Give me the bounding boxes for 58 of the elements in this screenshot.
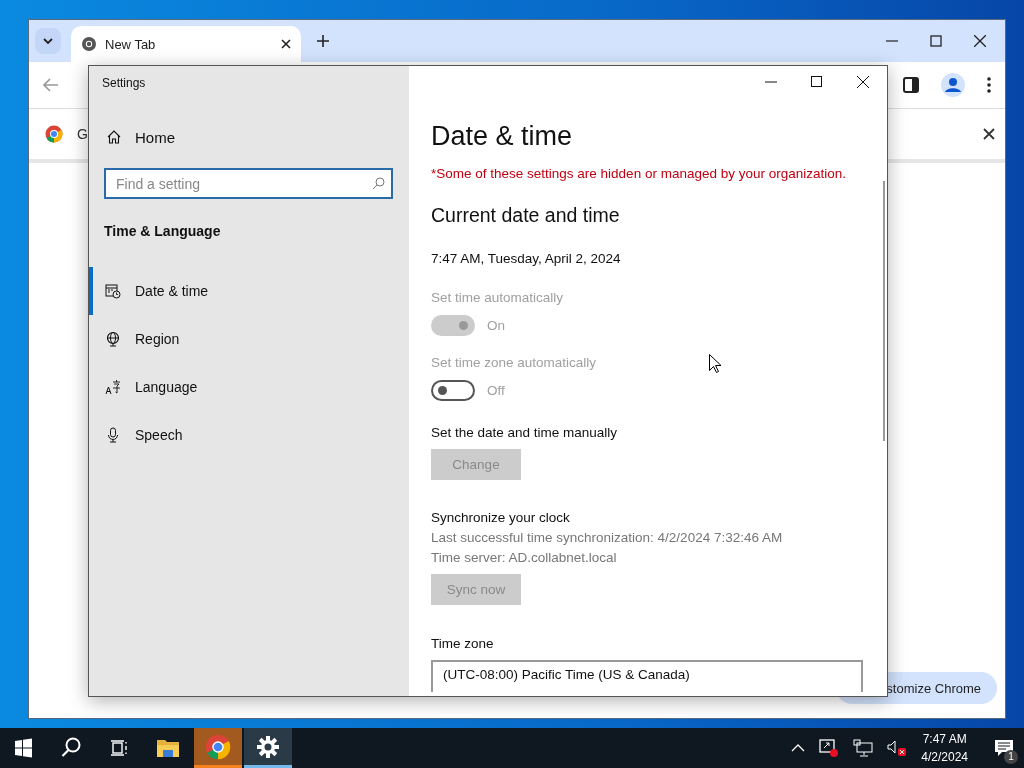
taskbar-clock[interactable]: 7:47 AM 4/2/2024 — [921, 730, 968, 766]
nav-item[interactable]: Region — [89, 315, 409, 363]
page-title: Date & time — [431, 121, 574, 152]
chevron-up-icon[interactable] — [791, 743, 806, 753]
network-warning-icon[interactable] — [819, 738, 840, 758]
microphone-icon — [105, 427, 121, 443]
gear-icon — [257, 735, 279, 758]
sync-info: Time server: AD.collabnet.local — [431, 550, 618, 565]
calendar-clock-icon — [105, 283, 121, 299]
mouse-cursor-icon — [709, 354, 721, 373]
nav-item[interactable]: Language — [89, 363, 409, 411]
toggle-state: On — [487, 318, 505, 333]
language-icon — [105, 379, 121, 395]
manual-label: Set the date and time manually — [431, 425, 619, 440]
taskbar-app[interactable] — [244, 728, 292, 768]
browser-tab[interactable]: New Tab — [71, 26, 301, 62]
back-arrow-icon[interactable] — [43, 78, 59, 92]
search-field[interactable]: Find a setting — [104, 168, 393, 199]
maximize-icon[interactable] — [930, 35, 942, 47]
notification-count: 1 — [1004, 750, 1018, 764]
chrome-logo-icon — [205, 733, 231, 760]
sync-info: Last successful time synchronization: 4/2/2024 7:32:46 AM — [431, 530, 784, 545]
close-icon[interactable] — [974, 35, 986, 47]
toggle-label: Set time zone automatically — [431, 355, 597, 370]
profile-avatar-icon[interactable] — [941, 73, 965, 97]
notification-icon[interactable] — [994, 738, 1014, 758]
clock-time: 7:47 AM — [922, 731, 967, 748]
clock-date: 4/2/2024 — [921, 749, 968, 766]
close-icon[interactable] — [983, 128, 995, 140]
tab-search-button[interactable] — [35, 28, 61, 54]
home-icon — [106, 129, 122, 145]
speaker-muted-icon[interactable] — [887, 739, 908, 757]
window-title: Settings — [101, 75, 147, 92]
scrollbar[interactable] — [883, 181, 885, 441]
side-panel-icon[interactable] — [903, 77, 919, 93]
chrome-logo-icon — [45, 125, 63, 143]
time-zone-label: Time zone — [431, 636, 495, 651]
banner-text: G — [77, 126, 88, 142]
menu-icon[interactable] — [987, 77, 991, 93]
close-icon[interactable] — [857, 76, 869, 88]
sync-heading: Synchronize your clock — [431, 510, 571, 525]
current-date-time: 7:47 AM, Tuesday, April 2, 2024 — [431, 251, 622, 266]
search-icon — [372, 177, 385, 190]
maximize-icon[interactable] — [811, 76, 823, 88]
nav-item[interactable]: Speech — [89, 411, 409, 459]
section-heading: Current date and time — [431, 204, 621, 227]
new-tab-icon[interactable] — [317, 35, 329, 47]
warning-text: *Some of these settings are hidden or managed by your organization. — [431, 166, 847, 181]
network-monitor-icon[interactable] — [853, 739, 874, 757]
close-icon[interactable] — [281, 39, 291, 49]
section-title: Time & Language — [103, 223, 222, 239]
globe-icon — [105, 331, 121, 347]
toggle-label: Set time automatically — [431, 290, 564, 305]
time-zone-dropdown[interactable]: (UTC-08:00) Pacific Time (US & Canada) — [431, 660, 863, 692]
home-nav-item[interactable]: Home — [89, 116, 409, 158]
chrome-logo-icon — [81, 36, 97, 52]
chevron-down-icon — [42, 37, 54, 45]
toggle-state: Off — [487, 383, 505, 398]
